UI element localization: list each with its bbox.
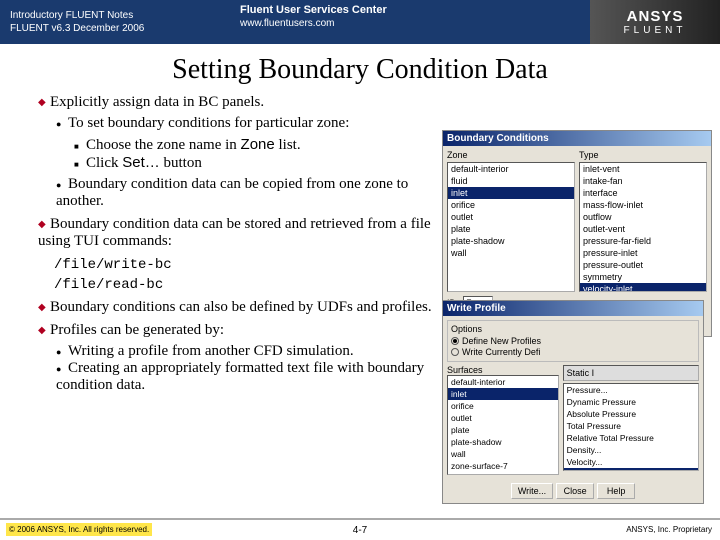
header-center: Fluent User Services Center www.fluentus… (240, 4, 387, 29)
value-item-selected[interactable]: Velocity Magnitude (564, 468, 698, 471)
value-item[interactable]: Absolute Pressure (564, 408, 698, 420)
value-item[interactable]: Velocity... (564, 456, 698, 468)
square-icon (74, 155, 86, 172)
value-item[interactable]: Dynamic Pressure (564, 396, 698, 408)
bullet-1a: To set boundary conditions for particula… (68, 115, 349, 131)
zone-item[interactable]: default-interior (448, 163, 574, 175)
value-item[interactable]: Relative Total Pressure (564, 432, 698, 444)
surfaces-label: Surfaces (447, 365, 559, 375)
value-item[interactable]: Total Pressure (564, 420, 698, 432)
type-label: Type (579, 150, 707, 160)
logo-fluent-text: FLUENT (624, 25, 687, 36)
surfaces-list[interactable]: default-interior inlet orifice outlet pl… (447, 375, 559, 475)
slide-title: Setting Boundary Condition Data (0, 54, 720, 86)
bc-titlebar: Boundary Conditions (443, 131, 711, 146)
surface-item[interactable]: zone-surface-7 (448, 460, 558, 472)
tui-cmd-2: /file/read-bc (54, 276, 440, 296)
ansys-logo: ANSYS FLUENT (590, 0, 720, 44)
type-item[interactable]: outflow (580, 211, 706, 223)
values-category[interactable]: Static I (563, 365, 699, 381)
zone-item[interactable]: plate (448, 223, 574, 235)
page-number: 4-7 (353, 525, 367, 536)
proprietary-text: ANSYS, Inc. Proprietary (626, 525, 712, 534)
header-notes-line1: Introductory FLUENT Notes (10, 9, 144, 22)
dot-icon (56, 176, 68, 193)
zone-item[interactable]: plate-shadow (448, 235, 574, 247)
type-item[interactable]: pressure-far-field (580, 235, 706, 247)
diamond-icon (38, 325, 50, 336)
value-item[interactable]: Density... (564, 444, 698, 456)
options-group: Options Define New Profiles Write Curren… (447, 320, 699, 362)
type-item[interactable]: interface (580, 187, 706, 199)
b1a2-post: button (160, 155, 202, 171)
type-item[interactable]: symmetry (580, 271, 706, 283)
slide-header: Introductory FLUENT Notes FLUENT v6.3 De… (0, 0, 720, 44)
type-item-selected[interactable]: velocity-inlet (580, 283, 706, 292)
diamond-icon (38, 302, 50, 313)
zone-list[interactable]: default-interior fluid inlet orifice out… (447, 162, 575, 292)
wp-titlebar: Write Profile (443, 301, 703, 316)
radio-on-icon (451, 337, 459, 345)
bullet-2: Boundary condition data can be stored an… (38, 216, 431, 249)
bullet-content: Explicitly assign data in BC panels. To … (20, 94, 440, 394)
type-item[interactable]: intake-fan (580, 175, 706, 187)
bullet-4b: Creating an appropriately formatted text… (56, 360, 424, 393)
write-button[interactable]: Write... (511, 483, 553, 499)
copyright-text: © 2006 ANSYS, Inc. All rights reserved. (6, 523, 152, 536)
zone-item[interactable]: orifice (448, 199, 574, 211)
b1a2-sans: Set… (122, 154, 160, 171)
bullet-3: Boundary conditions can also be defined … (50, 299, 432, 315)
radio-new-profiles[interactable]: Define New Profiles (451, 336, 695, 346)
type-item[interactable]: outlet-vent (580, 223, 706, 235)
bullet-1b: Boundary condition data can be copied fr… (56, 176, 408, 209)
type-item[interactable]: pressure-outlet (580, 259, 706, 271)
zone-item[interactable]: outlet (448, 211, 574, 223)
header-center-line2: www.fluentusers.com (240, 18, 387, 29)
value-item[interactable]: Pressure... (564, 384, 698, 396)
b1a1-pre: Choose the zone name in (86, 137, 241, 153)
bullet-4: Profiles can be generated by: (50, 322, 224, 338)
surface-item[interactable]: default-interior (448, 376, 558, 388)
values-list[interactable]: Pressure... Dynamic Pressure Absolute Pr… (563, 383, 699, 471)
write-profile-dialog: Write Profile Options Define New Profile… (442, 300, 704, 504)
zone-item[interactable]: wall (448, 247, 574, 259)
options-label: Options (451, 324, 695, 334)
surface-item[interactable]: wall (448, 448, 558, 460)
surface-item[interactable]: plate (448, 424, 558, 436)
dot-icon (56, 115, 68, 132)
zone-item-selected[interactable]: inlet (448, 187, 574, 199)
logo-ansys-text: ANSYS (627, 8, 684, 25)
surface-item[interactable]: orifice (448, 400, 558, 412)
type-item[interactable]: inlet-vent (580, 163, 706, 175)
zone-item[interactable]: fluid (448, 175, 574, 187)
header-notes-line2: FLUENT v6.3 December 2006 (10, 22, 144, 35)
zone-label: Zone (447, 150, 575, 160)
dot-icon (56, 360, 68, 377)
type-item[interactable]: pressure-inlet (580, 247, 706, 259)
b1a1-post: list. (275, 137, 301, 153)
slide-footer: © 2006 ANSYS, Inc. All rights reserved. … (0, 518, 720, 540)
square-icon (74, 137, 86, 154)
help-button[interactable]: Help (597, 483, 635, 499)
bullet-1: Explicitly assign data in BC panels. (50, 94, 264, 110)
bullet-4a: Writing a profile from another CFD simul… (68, 343, 354, 359)
radio-off-icon (451, 348, 459, 356)
close-button[interactable]: Close (556, 483, 594, 499)
surface-item[interactable]: outlet (448, 412, 558, 424)
b1a2-pre: Click (86, 155, 122, 171)
surface-item[interactable]: plate-shadow (448, 436, 558, 448)
surface-item-selected[interactable]: inlet (448, 388, 558, 400)
diamond-icon (38, 97, 50, 108)
radio-currently-defined[interactable]: Write Currently Defi (451, 347, 695, 357)
type-list[interactable]: inlet-vent intake-fan interface mass-flo… (579, 162, 707, 292)
tui-cmd-1: /file/write-bc (54, 256, 440, 276)
header-center-line1: Fluent User Services Center (240, 4, 387, 16)
diamond-icon (38, 219, 50, 230)
type-item[interactable]: mass-flow-inlet (580, 199, 706, 211)
dot-icon (56, 343, 68, 360)
b1a1-sans: Zone (241, 136, 275, 153)
header-left: Introductory FLUENT Notes FLUENT v6.3 De… (0, 9, 144, 35)
